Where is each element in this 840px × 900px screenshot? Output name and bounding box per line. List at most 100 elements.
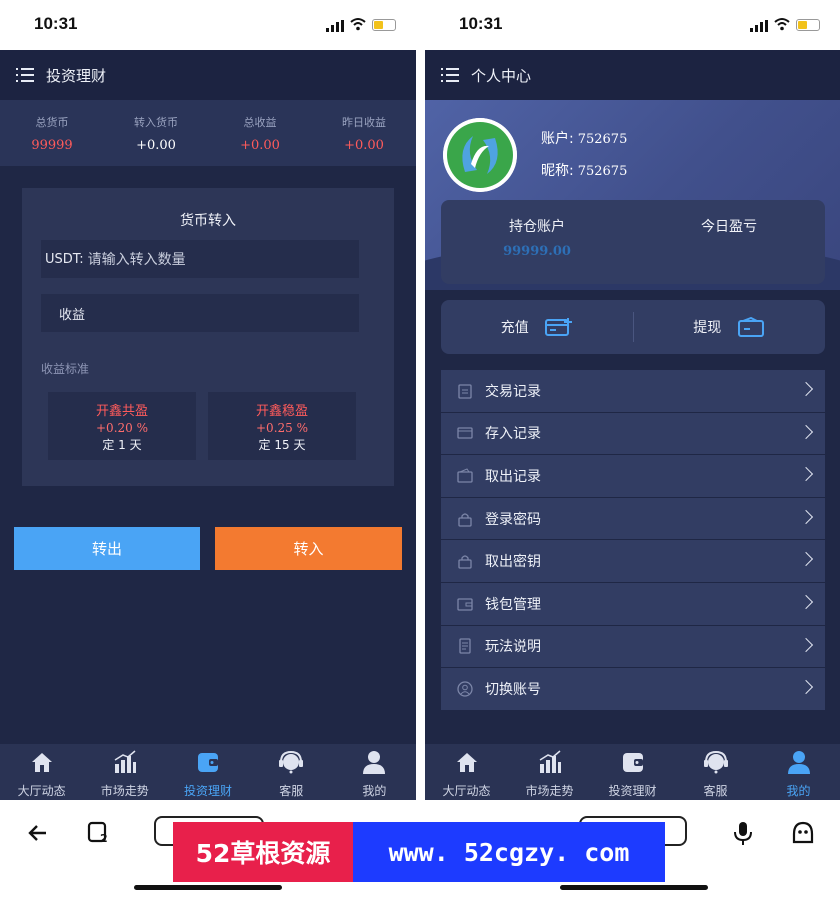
withdraw-label: 提现 <box>693 320 722 336</box>
user-icon <box>787 751 810 774</box>
tab-support[interactable]: 客服 <box>250 744 333 800</box>
plan-option-2[interactable]: 开鑫稳盈 +0.25 % 定 15 天 <box>208 392 356 460</box>
menu-label: 取出记录 <box>485 468 541 485</box>
income-field[interactable]: 收益 <box>41 294 359 332</box>
page-title: 投资理财 <box>46 66 107 85</box>
microphone-icon[interactable] <box>730 820 756 846</box>
svg-text:2: 2 <box>100 832 108 845</box>
document-icon <box>459 638 471 655</box>
menu-item-switch-account[interactable]: 切换账号 <box>441 668 825 711</box>
chevron-right-icon <box>798 552 814 567</box>
tab-label: 市场走势 <box>100 784 149 798</box>
tab-label: 客服 <box>279 784 304 798</box>
menu-item-wallet-management[interactable]: 钱包管理 <box>441 582 825 626</box>
usdt-amount-input[interactable]: USDT: 请输入转入数量 <box>41 240 359 278</box>
menu-item-withdraw-key[interactable]: 取出密钥 <box>441 540 825 583</box>
stat-value: +0.00 <box>136 138 176 153</box>
transfer-out-button[interactable]: 转出 <box>14 527 200 570</box>
banner-url: www. 52cgzy. com <box>353 822 665 882</box>
today-label: 今日盈亏 <box>701 219 757 235</box>
tab-market[interactable]: 市场走势 <box>508 744 591 800</box>
home-icon <box>456 753 477 772</box>
stat-value: +0.00 <box>240 138 280 153</box>
tab-lobby[interactable]: 大厅动态 <box>0 744 83 800</box>
menu-item-login-password[interactable]: 登录密码 <box>441 497 825 541</box>
status-time: 10:31 <box>459 14 503 33</box>
tab-invest[interactable]: 投资理财 <box>591 744 674 800</box>
tab-mine[interactable]: 我的 <box>333 744 416 800</box>
holding-card: 持仓账户 99999.00 今日盈亏 <box>441 200 825 284</box>
tab-invest[interactable]: 投资理财 <box>166 744 249 800</box>
today-pnl: 今日盈亏 <box>633 200 825 284</box>
stat-total-coin: 总货币 99999 <box>0 100 104 166</box>
back-arrow-icon[interactable] <box>26 820 52 846</box>
wallet-icon <box>457 598 473 611</box>
holding-label: 持仓账户 <box>509 219 565 235</box>
home-indicator <box>134 885 282 890</box>
chevron-right-icon <box>798 381 814 397</box>
menu-label: 切换账号 <box>485 681 541 698</box>
recharge-label: 充值 <box>500 320 529 336</box>
home-indicator <box>560 885 708 890</box>
assistant-icon[interactable] <box>790 820 816 846</box>
lock-icon <box>458 555 472 569</box>
chevron-right-icon <box>798 594 814 610</box>
signal-icon <box>750 20 768 32</box>
chevron-right-icon <box>798 424 814 439</box>
stat-label: 昨日收益 <box>342 116 386 129</box>
menu-item-withdraw-records[interactable]: 取出记录 <box>441 455 825 498</box>
menu-item-deposit-records[interactable]: 存入记录 <box>441 412 825 456</box>
tab-mine[interactable]: 我的 <box>757 744 840 800</box>
holding-account: 持仓账户 99999.00 <box>441 200 633 284</box>
tab-bar: 大厅动态 市场走势 投资理财 客服 我的 <box>425 744 840 800</box>
browser-toolbar: 2 52草根资源 www. 52cgzy. com <box>0 800 840 900</box>
status-bar: 10:31 <box>0 0 416 50</box>
plan-name: 开鑫共盈 <box>95 404 148 419</box>
tab-market[interactable]: 市场走势 <box>83 744 166 800</box>
menu-item-trade-records[interactable]: 交易记录 <box>441 370 825 413</box>
profile-screen: 个人中心 账户:752675 昵称:752675 持仓账户 99999.00 <box>425 50 840 800</box>
banner-brand: 52草根资源 <box>173 822 353 882</box>
tab-label: 我的 <box>786 784 811 798</box>
transfer-card: 货币转入 USDT: 请输入转入数量 收益 收益标准 开鑫共盈 +0.20 % … <box>22 188 394 486</box>
tabs-count-icon[interactable]: 2 <box>86 820 112 846</box>
income-label: 收益 <box>59 307 86 323</box>
plan-rate: +0.25 % <box>256 421 308 435</box>
tab-label: 投资理财 <box>184 784 233 798</box>
recharge-button[interactable]: 充值 <box>441 317 633 337</box>
menu-item-gameplay-guide[interactable]: 玩法说明 <box>441 625 825 669</box>
tab-label: 我的 <box>362 784 387 798</box>
menu-icon[interactable] <box>441 68 459 82</box>
chevron-right-icon <box>798 637 814 652</box>
usdt-label: USDT: <box>45 251 84 267</box>
battery-icon <box>796 19 820 31</box>
home-icon <box>31 753 52 772</box>
chevron-right-icon <box>798 467 814 482</box>
tab-label: 市场走势 <box>525 784 574 798</box>
battery-icon <box>372 19 396 31</box>
status-bar: 10:31 <box>425 0 840 50</box>
nav-bar: 投资理财 <box>0 50 416 100</box>
transfer-in-button[interactable]: 转入 <box>215 527 402 570</box>
invest-screen: 投资理财 总货币 99999 转入货币 +0.00 总收益 +0.00 昨日收益… <box>0 50 416 800</box>
avatar[interactable] <box>443 118 517 192</box>
plan-term: 定 15 天 <box>258 438 306 452</box>
card-title: 货币转入 <box>180 213 236 229</box>
wallet-icon <box>457 468 473 483</box>
page-title: 个人中心 <box>471 66 532 85</box>
plan-option-1[interactable]: 开鑫共盈 +0.20 % 定 1 天 <box>48 392 196 460</box>
nickname-row: 昵称: 752675 <box>541 160 627 180</box>
plan-term: 定 1 天 <box>102 438 142 452</box>
tab-lobby[interactable]: 大厅动态 <box>425 744 508 800</box>
wallet-card-icon <box>738 317 765 337</box>
menu-label: 交易记录 <box>485 383 541 400</box>
screenshot-stage: 10:31 投资理财 总货币 99999 转入货币 +0.00 总收益 +0.0… <box>0 0 840 900</box>
tab-bar: 大厅动态 市场走势 投资理财 客服 我的 <box>0 744 416 800</box>
menu-icon[interactable] <box>16 68 34 82</box>
tab-support[interactable]: 客服 <box>674 744 757 800</box>
account-label: 账户: <box>541 131 574 147</box>
menu-label: 存入记录 <box>485 426 541 443</box>
chevron-right-icon <box>798 509 814 524</box>
watermark-banner: 52草根资源 www. 52cgzy. com <box>173 822 665 882</box>
withdraw-button[interactable]: 提现 <box>634 317 826 337</box>
